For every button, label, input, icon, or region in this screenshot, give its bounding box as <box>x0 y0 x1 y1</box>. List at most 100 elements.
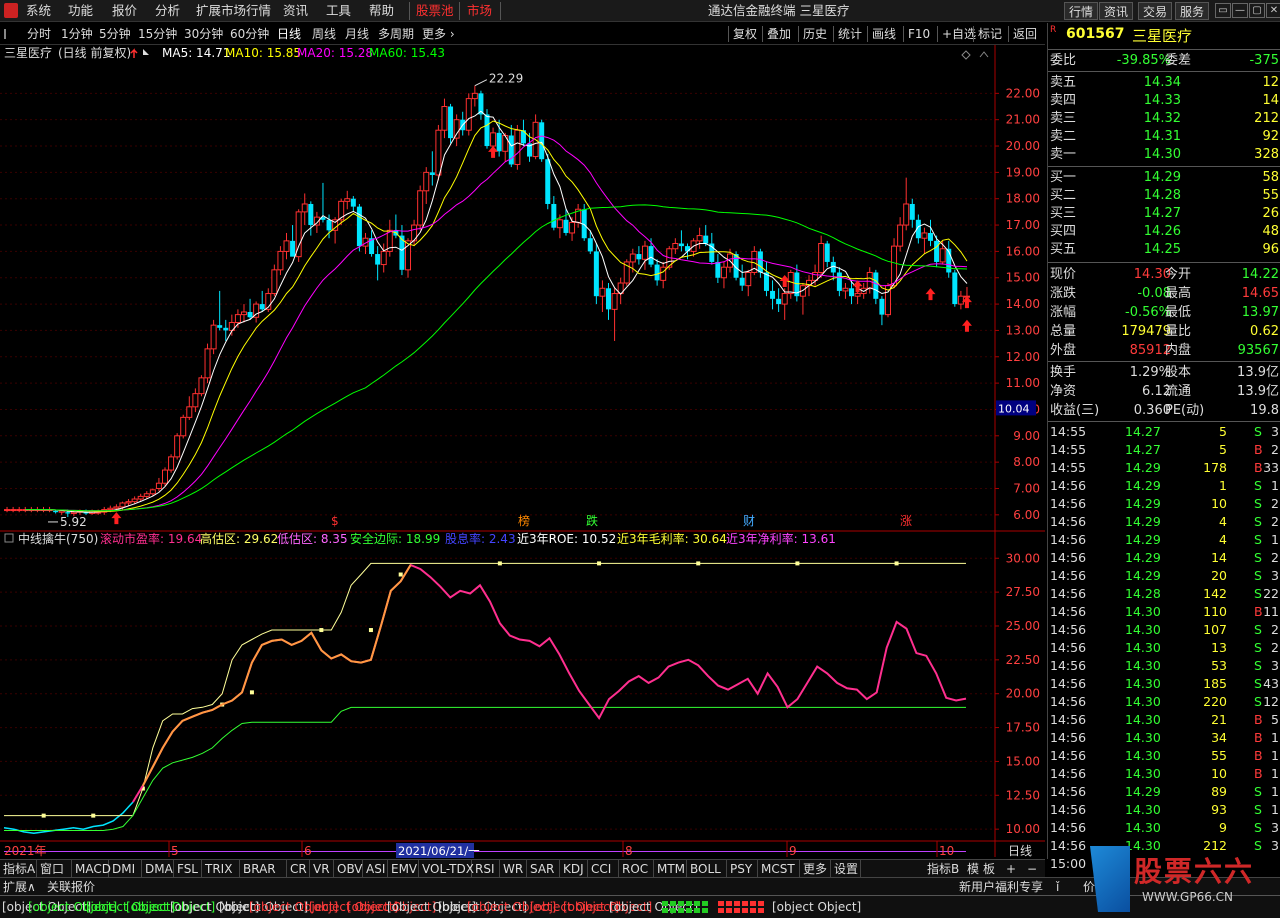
market-menu[interactable]: 市场 <box>467 0 492 22</box>
bid-row[interactable]: 买二 14.28 55 <box>1048 186 1280 205</box>
status-bar: [object Object] [object Object] [object Ob… <box>0 895 1280 918</box>
indicator-tab[interactable]: CCI <box>588 860 619 878</box>
indicator-tab[interactable]: BOLL <box>687 860 727 878</box>
chart-tool-button[interactable]: 复权 <box>733 23 757 45</box>
indicator-tab[interactable]: 指标A <box>0 860 37 878</box>
indicator-tab[interactable]: OBV <box>334 860 363 878</box>
sidebar-toggle-icon[interactable] <box>4 29 16 39</box>
period-tab[interactable]: 分时 <box>27 23 51 45</box>
indicator-right-button[interactable]: + <box>1003 860 1019 878</box>
indicator-tab[interactable]: MACD <box>72 860 111 878</box>
period-tab[interactable]: 月线 <box>345 23 369 45</box>
restore-icon[interactable]: ▭ <box>1215 3 1231 18</box>
chart-tool-button[interactable]: F10 <box>908 23 930 45</box>
expand-button[interactable]: 扩展∧ <box>3 878 36 896</box>
indicator-right-button[interactable]: 板 <box>980 860 998 878</box>
minimize-icon[interactable]: — <box>1232 3 1248 18</box>
indicator-tab[interactable]: PSY <box>727 860 758 878</box>
indicator-tab[interactable]: WR <box>500 860 527 878</box>
bid-row[interactable]: 买一 14.29 58 <box>1048 168 1280 187</box>
indicator-tab[interactable]: DMI <box>109 860 142 878</box>
menu-item[interactable]: 分析 <box>155 0 180 22</box>
ask-row[interactable]: 卖二 14.31 92 <box>1048 127 1280 146</box>
indicator-tab[interactable]: VR <box>310 860 334 878</box>
menu-item[interactable]: 帮助 <box>369 0 394 22</box>
period-tab[interactable]: 30分钟 <box>184 23 223 45</box>
close-icon[interactable]: ✕ <box>1266 3 1280 18</box>
menu-item[interactable]: 系统 <box>26 0 51 22</box>
chart-tool-button[interactable]: +自选 <box>942 23 976 45</box>
promo-link[interactable]: 新用户福利专享 <box>959 878 1043 896</box>
menu-item[interactable]: 扩展市场行情 <box>196 0 271 22</box>
indicator-tab[interactable]: ASI <box>363 860 388 878</box>
indicator-tab[interactable]: FSL <box>174 860 202 878</box>
period-tab[interactable]: 15分钟 <box>138 23 177 45</box>
candle-body-down <box>824 243 830 262</box>
indicator-tab[interactable]: VOL-TDX <box>419 860 474 878</box>
chart-tool-button[interactable]: 叠加 <box>767 23 791 45</box>
panel-tab-button[interactable]: ǐ <box>1056 878 1059 896</box>
indicator-tab[interactable]: KDJ <box>560 860 588 878</box>
maximize-icon[interactable]: ▢ <box>1249 3 1265 18</box>
period-tab[interactable]: 1分钟 <box>61 23 93 45</box>
indicator-tab[interactable]: MCST <box>758 860 800 878</box>
period-tab[interactable]: 60分钟 <box>230 23 269 45</box>
related-quotes-button[interactable]: 关联报价 <box>47 878 95 896</box>
ask-row[interactable]: 卖五 14.34 12 <box>1048 73 1280 92</box>
indicator-tab[interactable]: BRAR <box>240 860 287 878</box>
candle-body-down <box>326 219 332 231</box>
top-right-button[interactable]: 行情 <box>1064 2 1099 20</box>
tick-time: 14:56 <box>1050 820 1087 835</box>
menu-item[interactable]: 功能 <box>68 0 93 22</box>
indicator-tab[interactable]: 设置 <box>831 860 861 878</box>
period-tab[interactable]: 5分钟 <box>99 23 131 45</box>
period-tab[interactable]: 多周期 <box>378 23 414 45</box>
chart-area[interactable]: 22.00 21.00 20.00 19.00 18.00 17.00 16.00 15.00… <box>0 45 1045 860</box>
indicator-tab[interactable]: CR <box>287 860 310 878</box>
bid-volume: 48 <box>1262 224 1279 239</box>
indicator-tab[interactable]: ROC <box>619 860 654 878</box>
indicator-tab[interactable]: DMA <box>142 860 174 878</box>
stock-pool-menu[interactable]: 股票池 <box>416 0 454 22</box>
chart-tool-button[interactable]: 标记 <box>978 23 1002 45</box>
top-right-button[interactable]: 资讯 <box>1099 2 1134 20</box>
chart-tool-button[interactable]: 统计 <box>838 23 862 45</box>
period-tab[interactable]: 日线 <box>277 23 301 45</box>
indicator-tab[interactable]: RSI <box>472 860 500 878</box>
menu-item[interactable]: 工具 <box>326 0 351 22</box>
chart-tool-button[interactable]: 返回 <box>1013 23 1037 45</box>
period-tab[interactable]: 更多 › <box>422 23 455 45</box>
indicator-tab[interactable]: 更多 <box>800 860 831 878</box>
candle-body-up <box>344 198 351 202</box>
menu-item[interactable]: 报价 <box>112 0 137 22</box>
indicator-right-button[interactable]: 指标B <box>924 860 962 878</box>
menu-item[interactable]: 资讯 <box>283 0 308 22</box>
top-right-button[interactable]: 服务 <box>1175 2 1210 20</box>
bid-row[interactable]: 买四 14.26 48 <box>1048 222 1280 241</box>
tick-time: 14:56 <box>1050 802 1087 817</box>
period-tab[interactable]: 周线 <box>312 23 336 45</box>
chart-tool-button[interactable]: 画线 <box>872 23 896 45</box>
ask-row[interactable]: 卖三 14.32 212 <box>1048 109 1280 128</box>
ask-row[interactable]: 卖一 14.30 328 <box>1048 145 1280 164</box>
indicator-tab[interactable]: 窗口 <box>37 860 72 878</box>
chart-tool-button[interactable]: 历史 <box>803 23 827 45</box>
tick-side: S <box>1254 676 1262 691</box>
bid-row[interactable]: 买五 14.25 96 <box>1048 240 1280 259</box>
bid-row[interactable]: 买三 14.27 26 <box>1048 204 1280 223</box>
ask-row[interactable]: 卖四 14.33 14 <box>1048 91 1280 110</box>
candle-body-up <box>186 406 193 418</box>
candle-body-up <box>162 469 168 484</box>
indicator-tab[interactable]: EMV <box>388 860 419 878</box>
bid-label: 买一 <box>1050 170 1077 185</box>
indicator-tab[interactable]: TRIX <box>202 860 240 878</box>
indicator-right-button[interactable]: − <box>1024 860 1040 878</box>
watermark-logo-icon <box>1090 846 1130 912</box>
top-right-button[interactable]: 交易 <box>1138 2 1173 20</box>
overvalued-marker <box>597 561 602 566</box>
tick-price: 14.30 <box>1125 730 1161 745</box>
indicator-tab[interactable]: MTM <box>654 860 687 878</box>
tick-count: 2 <box>1271 622 1279 637</box>
candle-body-up <box>113 506 120 509</box>
indicator-tab[interactable]: SAR <box>527 860 560 878</box>
